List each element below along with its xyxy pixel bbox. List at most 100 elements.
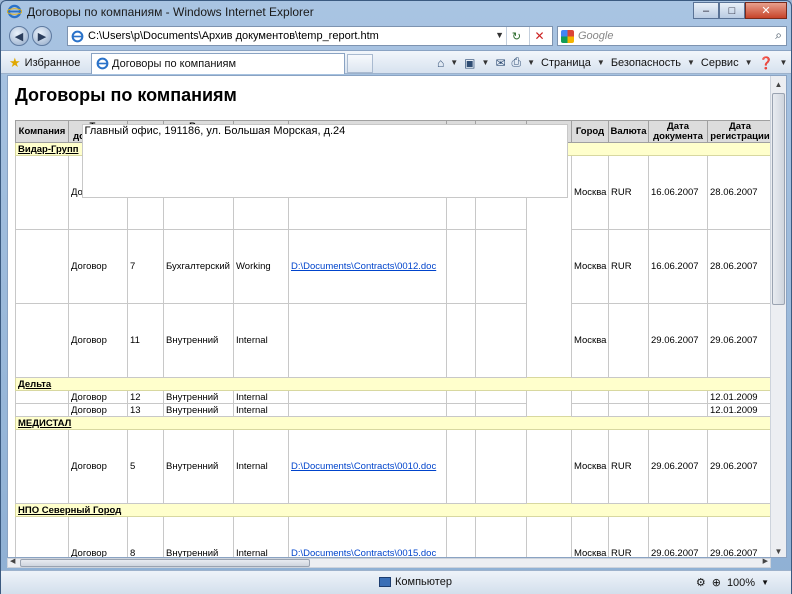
horizontal-scrollbar[interactable]: ◀ ▶: [7, 558, 771, 568]
company-link[interactable]: Видар-Групп: [18, 144, 78, 155]
zone-label: Компьютер: [395, 576, 452, 588]
google-icon: [561, 30, 574, 43]
cell-kind: Бухгалтерский: [163, 229, 234, 304]
cell-reg-date: 12.01.2009: [707, 403, 773, 417]
home-dropdown-icon[interactable]: ▼: [450, 58, 458, 67]
file-path-link[interactable]: D:\Documents\Contracts\0012.doc: [291, 261, 436, 272]
print-icon[interactable]: ⎙: [512, 55, 522, 70]
scroll-down-icon[interactable]: ▼: [771, 543, 786, 557]
computer-icon: [379, 577, 391, 587]
tab-label: Договоры по компаниям: [112, 58, 237, 70]
safety-menu[interactable]: Безопасность: [611, 57, 681, 69]
cell-city: Москва: [571, 229, 609, 304]
cell-type: Договор: [68, 229, 128, 304]
home-icon[interactable]: ⌂: [437, 56, 444, 70]
cell-topic: [446, 403, 476, 417]
tools-menu[interactable]: Сервис: [701, 57, 739, 69]
protected-mode-icon: ⚙: [695, 577, 706, 589]
stop-icon[interactable]: ✕: [529, 27, 549, 45]
print-dropdown-icon[interactable]: ▼: [527, 58, 535, 67]
feeds-icon[interactable]: ▣: [464, 56, 475, 70]
page-menu[interactable]: Страница: [541, 57, 591, 69]
forward-button[interactable]: ▶: [32, 26, 52, 46]
window-controls: – □ ✕: [693, 2, 787, 20]
company-link[interactable]: НПО Северный Город: [18, 505, 121, 516]
scroll-right-icon[interactable]: ▶: [763, 557, 768, 565]
maximize-button[interactable]: □: [719, 2, 745, 19]
cell-type: Договор: [68, 390, 128, 404]
zoom-control[interactable]: ⚙ ⊕ 100% ▼: [695, 576, 769, 590]
page-dropdown-icon[interactable]: ▼: [597, 58, 605, 67]
mail-icon[interactable]: ✉: [495, 56, 505, 70]
back-button[interactable]: ◀: [9, 26, 29, 46]
cell-doc-date: 29.06.2007: [648, 429, 708, 504]
cell-path: D:\Documents\Contracts\0010.doc: [288, 429, 447, 504]
scroll-up-icon[interactable]: ▲: [771, 76, 786, 92]
vertical-scroll-thumb[interactable]: [772, 93, 785, 305]
window-title: Договоры по компаниям - Windows Internet…: [27, 5, 314, 19]
column-header: Город: [571, 120, 609, 143]
page-content: Договоры по компаниям КомпанияТип докуме…: [7, 75, 787, 558]
search-icon[interactable]: ⌕: [775, 28, 782, 43]
cell-number: 5: [127, 429, 164, 504]
refresh-icon[interactable]: ↻: [506, 27, 526, 45]
cell-kind: Внутренний: [163, 390, 234, 404]
page-title: Договоры по компаниям: [15, 85, 237, 105]
cell-path: [288, 403, 447, 417]
cell-reg-date: 29.06.2007: [707, 303, 773, 378]
cell-category: Internal: [233, 390, 289, 404]
cell-number: 11: [127, 303, 164, 378]
cell-address: Главный офис, 191186, ул. Большая Морска…: [81, 123, 568, 198]
zoom-icon: ⊕: [711, 577, 721, 589]
favorites-button[interactable]: ★ Избранное: [9, 55, 80, 71]
safety-dropdown-icon[interactable]: ▼: [687, 58, 695, 67]
cell-doc-date: [648, 403, 708, 417]
zoom-level[interactable]: 100%: [727, 577, 755, 589]
cell-path: [288, 303, 447, 378]
cell-doc-date: 16.06.2007: [648, 155, 708, 230]
file-path-link[interactable]: D:\Documents\Contracts\0015.doc: [291, 548, 436, 557]
cell-currency: [608, 390, 649, 404]
column-header: Валюта: [608, 120, 649, 143]
table-row: Договор11ВнутреннийInternal Главный офис,…: [15, 123, 773, 378]
search-box[interactable]: Google ⌕: [557, 26, 787, 46]
help-dropdown-icon[interactable]: ▼: [779, 58, 787, 67]
cell-path: [288, 390, 447, 404]
zoom-dropdown-icon[interactable]: ▼: [761, 578, 769, 587]
address-dropdown-icon[interactable]: ▼: [495, 30, 504, 40]
company-link[interactable]: МЕДИСТАЛ: [18, 418, 71, 429]
favorites-label: Избранное: [24, 57, 81, 69]
help-icon[interactable]: ❓: [759, 56, 774, 70]
address-bar[interactable]: C:\Users\p\Documents\Архив документов\te…: [67, 26, 553, 46]
file-path-link[interactable]: D:\Documents\Contracts\0010.doc: [291, 461, 436, 472]
cell-desc: [475, 390, 527, 404]
company-link[interactable]: Дельта: [18, 379, 51, 390]
close-button[interactable]: ✕: [745, 2, 787, 19]
cell-city: [571, 403, 609, 417]
company-cell: [15, 516, 69, 557]
cell-category: Internal: [233, 516, 289, 557]
cell-currency: RUR: [608, 229, 649, 304]
new-tab-button[interactable]: [347, 54, 373, 73]
cell-topic: [446, 429, 476, 504]
cell-city: Москва: [571, 303, 609, 378]
company-group-cell: Дельта: [15, 377, 773, 391]
cell-city: Москва: [571, 155, 609, 230]
cell-topic: [446, 516, 476, 557]
horizontal-scroll-thumb[interactable]: [20, 559, 310, 567]
vertical-scrollbar[interactable]: ▲ ▼: [770, 76, 786, 557]
minimize-button[interactable]: –: [693, 2, 719, 19]
cell-city: [571, 390, 609, 404]
tab-active[interactable]: Договоры по компаниям: [91, 53, 345, 74]
address-text[interactable]: C:\Users\p\Documents\Архив документов\te…: [88, 30, 379, 42]
scroll-left-icon[interactable]: ◀: [10, 557, 15, 565]
company-group-row: Дельта: [15, 377, 773, 391]
feeds-dropdown-icon[interactable]: ▼: [482, 58, 490, 67]
table-row: Договор 5 Внутренний Internal D:\Documents\C…: [15, 123, 773, 504]
status-bar: Компьютер ⚙ ⊕ 100% ▼: [1, 570, 791, 594]
search-input[interactable]: Google: [578, 30, 613, 42]
cell-topic: [446, 390, 476, 404]
company-group-row: НПО Северный Город: [15, 503, 773, 517]
tools-dropdown-icon[interactable]: ▼: [745, 58, 753, 67]
cell-city: Москва: [571, 516, 609, 557]
